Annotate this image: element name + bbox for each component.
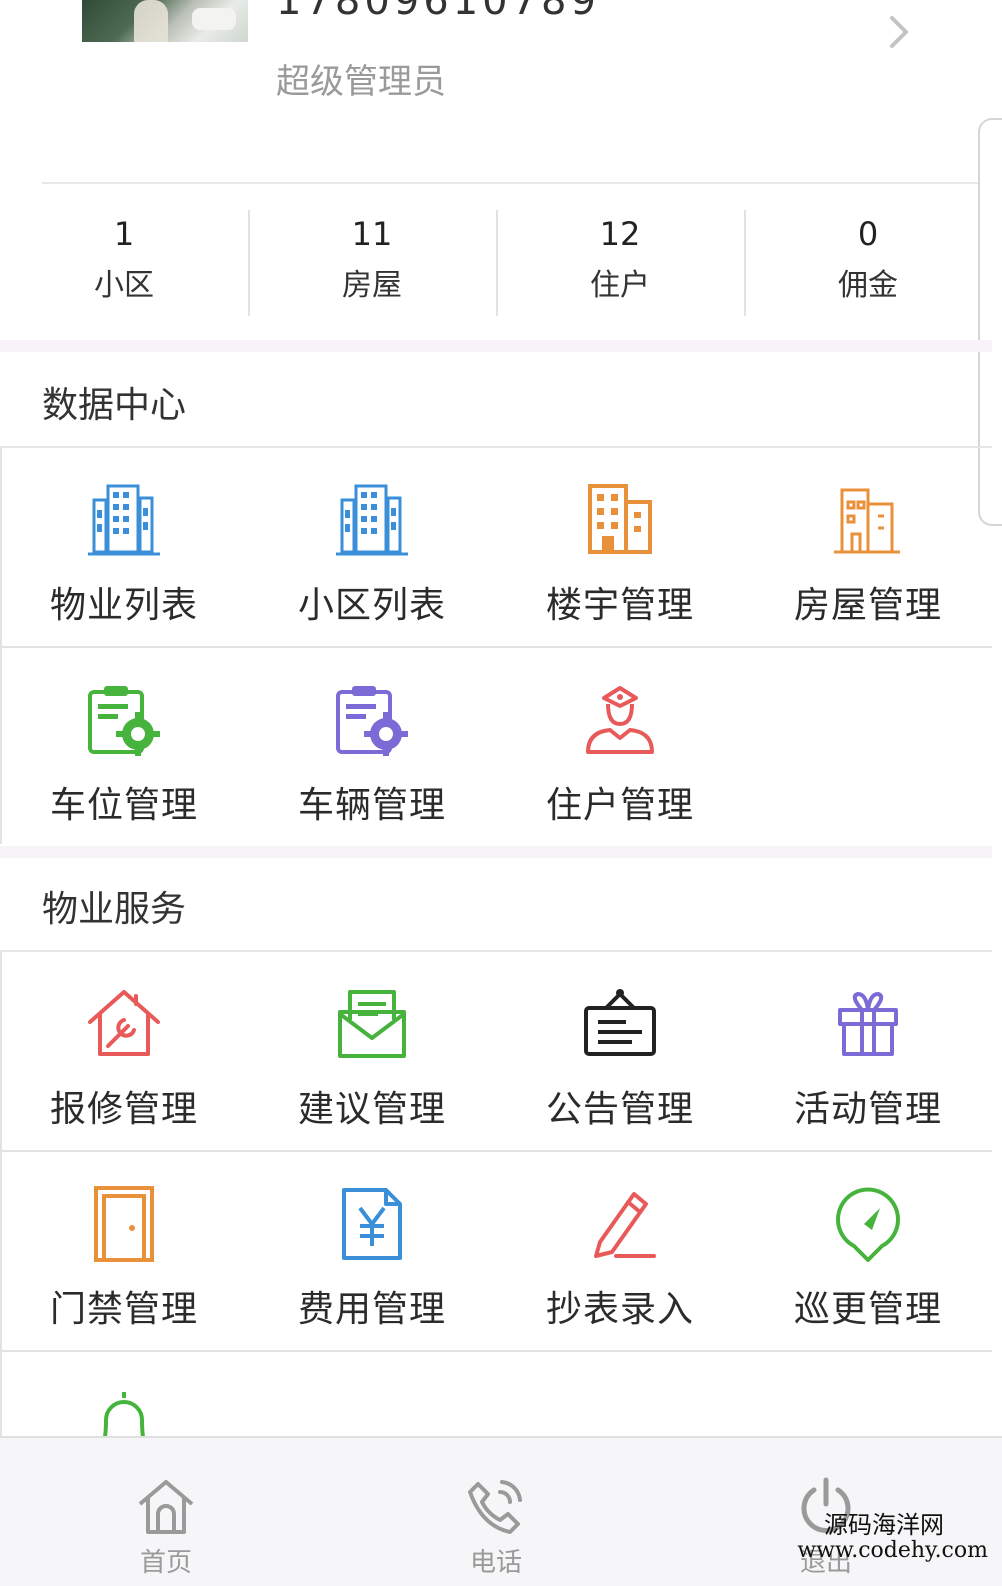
- grid-item-repair-management[interactable]: 报修管理: [0, 952, 248, 1150]
- watermark-line1: 源码海洋网: [824, 1511, 944, 1539]
- grid-item-label: 小区列表: [297, 585, 446, 626]
- grid-item-label: 公告管理: [545, 1089, 694, 1130]
- building-blue-icon: [336, 484, 408, 556]
- stats-bar: 1 小区 11 房屋 12 住户 0 佣金: [0, 208, 992, 316]
- stat-value: 1: [113, 215, 135, 253]
- grid-item-vehicle-management[interactable]: 车辆管理: [248, 648, 496, 846]
- mail-open-icon: [338, 990, 406, 1058]
- stat-commission[interactable]: 0 佣金: [744, 208, 992, 316]
- grid-item-label: 楼宇管理: [545, 585, 694, 626]
- stat-label: 房屋: [342, 268, 402, 303]
- stat-label: 住户: [590, 268, 650, 303]
- grid-item-label: 巡更管理: [793, 1289, 942, 1330]
- grid-item-label: 住户管理: [545, 785, 694, 826]
- office-building-icon: [588, 484, 652, 554]
- grid-row: 物业列表 小区列表 楼宇管理 房屋管理: [0, 448, 992, 648]
- stat-value: 11: [351, 215, 393, 253]
- grid-item-resident-management[interactable]: 住户管理: [496, 648, 744, 846]
- grid-item-label: 房屋管理: [793, 585, 942, 626]
- grid-item-label: 活动管理: [793, 1089, 942, 1130]
- stat-communities[interactable]: 1 小区: [0, 208, 248, 316]
- bell-icon: [102, 1392, 146, 1440]
- grid-item-suggestion-management[interactable]: 建议管理: [248, 952, 496, 1150]
- grid-border: [0, 952, 2, 1436]
- notice-board-icon: [584, 989, 656, 1056]
- grid-row-partial: [0, 1352, 992, 1440]
- grid-item-label: 门禁管理: [49, 1289, 198, 1330]
- tab-phone[interactable]: 电话: [396, 1438, 596, 1579]
- divider: [42, 182, 1002, 184]
- watermark-line2: www.codehy.com: [797, 1538, 988, 1563]
- section-gap: [0, 340, 992, 352]
- tab-label: 首页: [139, 1548, 192, 1578]
- grid-item-fee-management[interactable]: 费用管理: [248, 1152, 496, 1350]
- house-wrench-icon: [88, 990, 160, 1056]
- grid-row: 报修管理 建议管理 公告管理 活动管理: [0, 952, 992, 1152]
- grid-item-building-management[interactable]: 楼宇管理: [496, 448, 744, 646]
- section-title-property-service: 物业服务: [42, 889, 187, 930]
- grid-item-label: 建议管理: [297, 1089, 446, 1130]
- watermark: 源码海洋网 www.codehy.com: [790, 1512, 1002, 1564]
- clipboard-gear-purple-icon: [336, 686, 408, 756]
- door-icon: [94, 1186, 154, 1262]
- grid-item-label: 车辆管理: [297, 785, 446, 826]
- grid-item-bell[interactable]: [0, 1352, 248, 1440]
- avatar: [82, 0, 248, 42]
- grid-item-label: 费用管理: [297, 1289, 446, 1330]
- grid-item-label: 抄表录入: [545, 1289, 694, 1330]
- grid-item-community-list[interactable]: 小区列表: [248, 448, 496, 646]
- grid-item-label: 物业列表: [49, 585, 198, 626]
- grid-row: 车位管理 车辆管理 住户管理: [0, 648, 992, 848]
- clipboard-gear-green-icon: [88, 686, 160, 756]
- grid-item-label: 车位管理: [49, 785, 198, 826]
- grid-row: 门禁管理 费用管理 抄表录入 巡更管理: [0, 1152, 992, 1352]
- section-title-data-center: 数据中心: [42, 385, 187, 426]
- stat-residents[interactable]: 12 住户: [496, 208, 744, 316]
- profile-role: 超级管理员: [276, 62, 446, 102]
- house-building-icon: [834, 488, 900, 554]
- grid-item-patrol-management[interactable]: 巡更管理: [744, 1152, 992, 1350]
- profile-phone: 17809610789: [276, 0, 600, 24]
- chevron-right-icon[interactable]: [880, 14, 916, 50]
- location-compass-icon: [836, 1187, 900, 1262]
- property-service-grid: 报修管理 建议管理 公告管理 活动管理 门禁管理 费用管理 抄表录入 巡更管理: [0, 952, 992, 1440]
- stat-value: 12: [599, 215, 641, 253]
- stat-value: 0: [857, 215, 879, 253]
- tab-home[interactable]: 首页: [66, 1438, 266, 1579]
- pencil-icon: [594, 1192, 656, 1258]
- grid-item-parking-management[interactable]: 车位管理: [0, 648, 248, 846]
- grid-item-meter-entry[interactable]: 抄表录入: [496, 1152, 744, 1350]
- stat-label: 小区: [94, 268, 154, 303]
- profile-header[interactable]: 17809610789 超级管理员: [0, 0, 1002, 184]
- grid-item-activity-management[interactable]: 活动管理: [744, 952, 992, 1150]
- grid-item-house-management[interactable]: 房屋管理: [744, 448, 992, 646]
- section-gap: [0, 846, 992, 858]
- gift-icon: [838, 992, 898, 1056]
- stat-houses[interactable]: 11 房屋: [248, 208, 496, 316]
- phone-icon: [468, 1480, 522, 1534]
- grid-item-property-list[interactable]: 物业列表: [0, 448, 248, 646]
- grid-item-empty: [744, 648, 992, 846]
- grid-item-access-control[interactable]: 门禁管理: [0, 1152, 248, 1350]
- grid-border: [0, 448, 2, 844]
- resident-person-icon: [586, 686, 654, 754]
- grid-item-notice-management[interactable]: 公告管理: [496, 952, 744, 1150]
- yuan-document-icon: [342, 1188, 402, 1260]
- stat-label: 佣金: [838, 268, 898, 303]
- data-center-grid: 物业列表 小区列表 楼宇管理 房屋管理 车位管理 车辆管理 住户管理: [0, 448, 992, 848]
- tab-label: 电话: [469, 1548, 522, 1578]
- grid-item-label: 报修管理: [49, 1089, 198, 1130]
- home-icon: [138, 1480, 194, 1534]
- building-blue-icon: [88, 484, 160, 556]
